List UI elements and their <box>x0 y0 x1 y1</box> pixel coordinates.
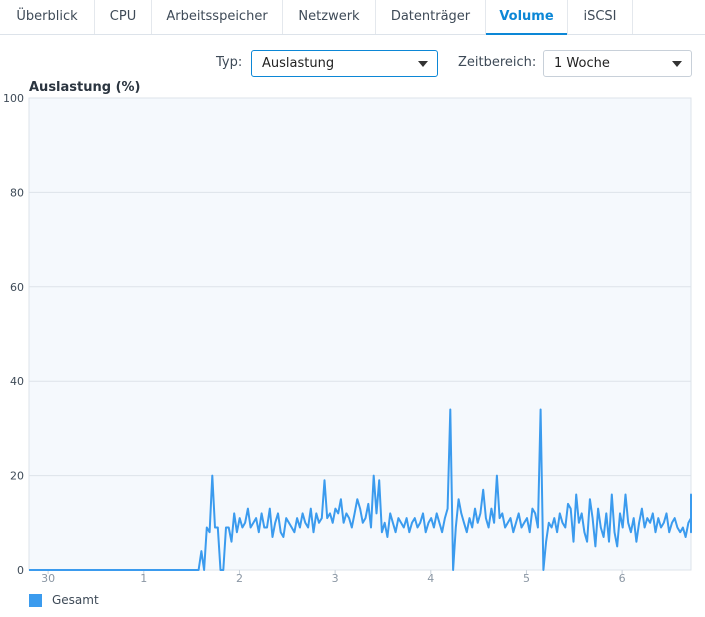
legend-label-total: Gesamt <box>52 593 99 607</box>
y-tick-label: 20 <box>10 470 24 483</box>
x-tick-label: 5 <box>523 572 530 585</box>
y-tick-label: 40 <box>10 375 24 388</box>
x-tick-label: 2 <box>236 572 243 585</box>
legend-swatch-total <box>29 594 42 607</box>
x-tick-label: 30 <box>41 572 55 585</box>
x-tick-label: 6 <box>619 572 626 585</box>
y-tick-label: 80 <box>10 186 24 199</box>
y-tick-label: 0 <box>17 564 24 577</box>
y-tick-label: 100 <box>3 92 24 105</box>
plot-area <box>28 97 692 571</box>
x-tick-label: 3 <box>332 572 339 585</box>
x-tick-label: 1 <box>140 572 147 585</box>
usage-chart: 0 20 40 60 80 100 30 1 2 3 4 5 6 <box>3 92 692 585</box>
y-tick-label: 60 <box>10 281 24 294</box>
x-tick-label: 4 <box>427 572 434 585</box>
